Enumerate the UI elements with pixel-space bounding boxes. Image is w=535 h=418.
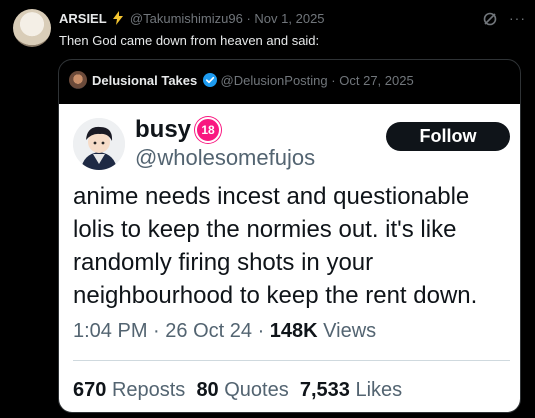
embedded-avatar (73, 118, 125, 170)
likes-label: Likes (355, 379, 403, 401)
separator: · (246, 11, 251, 26)
embedded-tweet-stats: 670 Reposts 80 Quotes 7,533 Likes (73, 377, 402, 403)
quote-display-name: Delusional Takes (92, 73, 198, 88)
display-name[interactable]: ARSIEL (59, 11, 107, 26)
quote-card[interactable]: Delusional Takes @DelusionPosting · Oct … (58, 59, 521, 413)
embedded-tweet-meta: 1:04 PM · 26 Oct 24 · 148K Views (73, 318, 376, 344)
embedded-tweet-text: anime needs incest and questionable loli… (73, 183, 478, 309)
separator: · (331, 73, 336, 88)
separator: · (257, 320, 265, 342)
quote-avatar (69, 71, 87, 89)
divider (73, 360, 510, 361)
quotes-label: Quotes (224, 379, 289, 401)
reposts-label: Reposts (111, 379, 186, 401)
quote-timestamp: Oct 27, 2025 (339, 73, 414, 88)
quote-header: Delusional Takes @DelusionPosting · Oct … (69, 71, 414, 89)
embedded-name-text: busy (135, 116, 192, 143)
quote-handle: @DelusionPosting (220, 73, 328, 88)
likes-count: 7,533 (299, 379, 350, 401)
timestamp[interactable]: Nov 1, 2025 (254, 11, 324, 26)
views-count: 148K (269, 320, 318, 342)
lightning-icon (113, 11, 124, 25)
embedded-handle: @wholesomefujos (135, 145, 316, 170)
verified-icon (202, 73, 217, 87)
character-avatar-icon (73, 118, 125, 170)
avatar[interactable] (13, 9, 51, 47)
embedded-date: 26 Oct 24 (165, 320, 252, 342)
separator: · (153, 320, 160, 342)
embedded-time: 1:04 PM (73, 320, 148, 342)
more-icon[interactable]: ··· (509, 10, 526, 26)
handle[interactable]: @Takumishimizu96 (130, 11, 243, 26)
follow-button: Follow (386, 122, 510, 151)
quotes-count: 80 (196, 379, 219, 401)
embedded-tweet-image: busy 18 @wholesomefujos Follow anime need… (59, 104, 520, 412)
tweet-text: Then God came down from heaven and said: (59, 33, 320, 48)
views-label: Views (323, 320, 377, 342)
grok-icon[interactable] (482, 11, 498, 27)
reposts-count: 670 (73, 379, 107, 401)
tweet-header: ARSIEL @Takumishimizu96 · Nov 1, 2025 (59, 10, 325, 27)
embedded-display-name: busy 18 (135, 116, 222, 144)
age-badge-icon: 18 (195, 117, 222, 143)
